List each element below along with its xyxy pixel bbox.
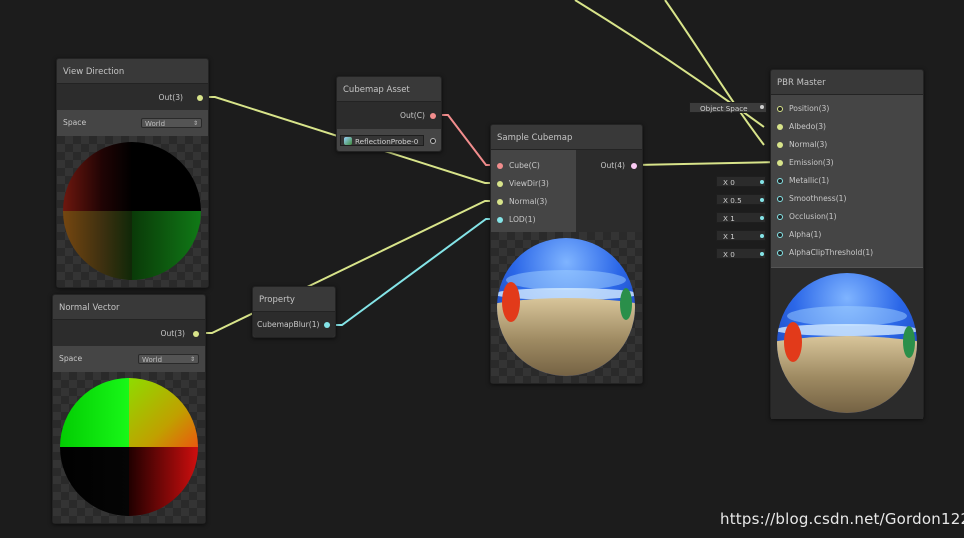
position-space-field[interactable]: Object Space xyxy=(689,102,767,113)
cubemap-asset-title: Cubemap Asset xyxy=(337,77,441,102)
pbr-metallic-port[interactable] xyxy=(777,178,783,184)
alpha-clip-default-field[interactable]: X 0 xyxy=(716,248,766,259)
position-default-port xyxy=(760,105,764,109)
sample-cubemap-normal-port[interactable] xyxy=(497,199,503,205)
occlusion-default-value: X 1 xyxy=(723,214,735,223)
normal-vector-node[interactable]: Normal Vector Out(3) Space World ⇕ xyxy=(52,294,206,524)
smoothness-default-field[interactable]: X 0.5 xyxy=(716,194,766,205)
pbr-position-port[interactable] xyxy=(777,106,783,112)
dropdown-arrow-icon: ⇕ xyxy=(189,356,195,363)
pbr-input-smoothness: Smoothness(1) xyxy=(789,194,847,203)
view-direction-space-value: World xyxy=(145,120,166,128)
pbr-input-normal: Normal(3) xyxy=(789,140,828,149)
alpha-clip-default-value: X 0 xyxy=(723,250,735,259)
view-direction-out-label: Out(3) xyxy=(158,93,183,102)
pbr-input-position: Position(3) xyxy=(789,104,830,113)
normal-vector-out-port[interactable] xyxy=(193,331,199,337)
cubemap-asset-value: ReflectionProbe-0 xyxy=(355,137,419,146)
view-direction-space-label: Space xyxy=(63,118,87,127)
pbr-master-preview xyxy=(771,267,923,419)
sample-cubemap-cube-port[interactable] xyxy=(497,163,503,169)
alpha-default-port xyxy=(760,234,764,238)
metallic-default-value: X 0 xyxy=(723,178,735,187)
view-direction-space-dropdown[interactable]: World ⇕ xyxy=(141,118,202,128)
view-direction-outputs xyxy=(57,84,208,110)
pbr-occlusion-port[interactable] xyxy=(777,214,783,220)
pbr-alpha-clip-port[interactable] xyxy=(777,250,783,256)
view-direction-node[interactable]: View Direction Out(3) Space World ⇕ xyxy=(56,58,209,288)
normal-vector-title: Normal Vector xyxy=(53,295,205,320)
metallic-default-port xyxy=(760,180,764,184)
wire-normal-out-to-sample-normal xyxy=(198,200,499,334)
alpha-clip-default-port xyxy=(760,252,764,256)
pbr-normal-port[interactable] xyxy=(777,142,783,148)
occlusion-default-port xyxy=(760,216,764,220)
position-space-value: Object Space xyxy=(700,104,748,113)
pbr-emission-port[interactable] xyxy=(777,160,783,166)
property-node[interactable]: Property CubemapBlur(1) xyxy=(252,286,336,338)
pbr-albedo-port[interactable] xyxy=(777,124,783,130)
cubemap-asset-object-field[interactable]: ReflectionProbe-0 xyxy=(340,135,424,146)
metallic-default-field[interactable]: X 0 xyxy=(716,176,766,187)
sample-cubemap-out-label: Out(4) xyxy=(600,161,625,170)
pbr-master-preview-sphere xyxy=(777,273,917,413)
watermark-text: https://blog.csdn.net/Gordon1222 xyxy=(720,510,964,528)
sample-cubemap-title: Sample Cubemap xyxy=(491,125,642,150)
pbr-smoothness-port[interactable] xyxy=(777,196,783,202)
sample-cubemap-input-normal: Normal(3) xyxy=(509,197,548,206)
pbr-alpha-port[interactable] xyxy=(777,232,783,238)
pbr-master-node[interactable]: PBR Master Position(3) Albedo(3) Normal(… xyxy=(770,69,924,419)
normal-vector-out-label: Out(3) xyxy=(160,329,185,338)
sample-cubemap-node[interactable]: Sample Cubemap Cube(C) ViewDir(3) Normal… xyxy=(490,124,643,384)
normal-vector-preview-sphere xyxy=(60,378,198,516)
sample-cubemap-input-cube: Cube(C) xyxy=(509,161,540,170)
pbr-input-emission: Emission(3) xyxy=(789,158,834,167)
pbr-input-occlusion: Occlusion(1) xyxy=(789,212,837,221)
cubemap-asset-out-label: Out(C) xyxy=(400,111,425,120)
pbr-input-albedo: Albedo(3) xyxy=(789,122,827,131)
pbr-input-alpha: Alpha(1) xyxy=(789,230,822,239)
alpha-default-field[interactable]: X 1 xyxy=(716,230,766,241)
occlusion-default-field[interactable]: X 1 xyxy=(716,212,766,223)
sample-cubemap-input-viewdir: ViewDir(3) xyxy=(509,179,549,188)
smoothness-default-value: X 0.5 xyxy=(723,196,742,205)
sample-cubemap-lod-port[interactable] xyxy=(497,217,503,223)
wire-cubemap-out-to-sample-cube xyxy=(432,114,499,166)
smoothness-default-port xyxy=(760,198,764,202)
property-title: Property xyxy=(253,287,335,312)
alpha-default-value: X 1 xyxy=(723,232,735,241)
cubemap-asset-out-port[interactable] xyxy=(430,113,436,119)
pbr-master-title: PBR Master xyxy=(771,70,923,95)
wire-edge-top-2 xyxy=(664,0,765,146)
pbr-input-alpha-clip: AlphaClipThreshold(1) xyxy=(789,248,874,257)
wire-property-out-to-sample-lod xyxy=(326,218,499,326)
view-direction-title: View Direction xyxy=(57,59,208,84)
wire-sample-out-to-emission xyxy=(632,161,781,166)
dropdown-arrow-icon: ⇕ xyxy=(192,120,198,127)
normal-vector-space-dropdown[interactable]: World ⇕ xyxy=(138,354,199,364)
property-out-port[interactable] xyxy=(324,322,330,328)
sample-cubemap-input-lod: LOD(1) xyxy=(509,215,536,224)
view-direction-preview-sphere xyxy=(63,142,201,280)
pbr-input-metallic: Metallic(1) xyxy=(789,176,830,185)
cubemap-asset-outputs xyxy=(337,102,441,129)
sample-cubemap-preview-sphere xyxy=(497,238,635,376)
normal-vector-preview xyxy=(53,372,205,523)
normal-vector-space-value: World xyxy=(142,356,163,364)
sample-cubemap-out-port[interactable] xyxy=(631,163,637,169)
property-out-label: CubemapBlur(1) xyxy=(257,320,320,329)
cubemap-asset-picker-icon[interactable] xyxy=(430,138,436,144)
sample-cubemap-preview xyxy=(491,232,642,383)
view-direction-out-port[interactable] xyxy=(197,95,203,101)
sample-cubemap-viewdir-port[interactable] xyxy=(497,181,503,187)
normal-vector-space-label: Space xyxy=(59,354,83,363)
reflection-probe-icon xyxy=(344,137,352,145)
cubemap-asset-node[interactable]: Cubemap Asset Out(C) ReflectionProbe-0 xyxy=(336,76,442,152)
view-direction-preview xyxy=(57,136,208,287)
